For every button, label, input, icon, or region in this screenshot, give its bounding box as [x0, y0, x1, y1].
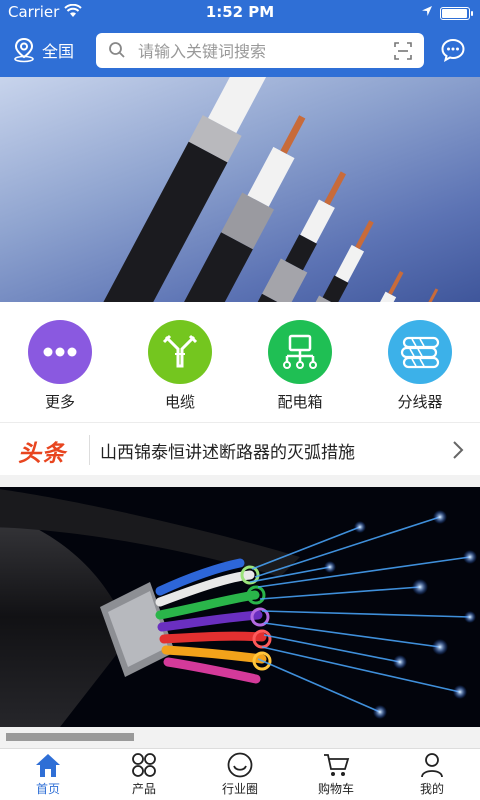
tab-label: 购物车: [317, 782, 354, 796]
search-input[interactable]: [138, 39, 378, 63]
category-label: 配电箱: [277, 393, 323, 411]
tab-industry-circle[interactable]: 行业圈: [192, 749, 288, 800]
banner-indicator: [6, 733, 134, 741]
category-bar: 更多 电缆 配电箱 分线器: [0, 302, 480, 422]
app-header: Carrier 1:52 PM 全国: [0, 0, 480, 77]
region-selector[interactable]: 全国: [12, 34, 74, 66]
grid-icon: [132, 753, 156, 777]
region-label: 全国: [42, 42, 75, 61]
smile-icon: [227, 752, 253, 778]
tab-home[interactable]: 首页: [0, 749, 96, 800]
bottom-tab-bar: 首页 产品 行业圈 购物车 我的: [0, 748, 480, 800]
battery-icon: [440, 7, 473, 20]
status-time: 1:52 PM: [205, 3, 275, 21]
category-distribution-box[interactable]: 配电箱: [240, 302, 360, 422]
banner-fiber-optic[interactable]: [0, 487, 480, 727]
category-label: 更多: [44, 393, 75, 411]
search-icon: [109, 42, 125, 58]
tab-label: 产品: [131, 782, 156, 796]
distribution-box-icon: [268, 320, 332, 384]
divider: [89, 435, 90, 465]
fiber-optic-image: [0, 489, 477, 727]
category-cable[interactable]: 电缆: [120, 302, 240, 422]
tab-products[interactable]: 产品: [96, 749, 192, 800]
tab-mine[interactable]: 我的: [384, 749, 480, 800]
scan-icon[interactable]: [394, 42, 412, 60]
tab-label: 行业圈: [221, 782, 258, 796]
user-icon: [421, 753, 443, 778]
tab-cart[interactable]: 购物车: [288, 749, 384, 800]
cart-icon: [324, 754, 350, 776]
chevron-right-icon[interactable]: [452, 440, 464, 460]
tab-label: 我的: [419, 782, 444, 796]
search-bar[interactable]: [96, 33, 424, 68]
cable-icon: [148, 320, 212, 384]
status-bar: Carrier 1:52 PM: [0, 0, 480, 24]
category-more[interactable]: 更多: [0, 302, 120, 422]
headline-tag: 头条: [18, 441, 66, 467]
banner-coax-cables[interactable]: [0, 77, 480, 302]
tab-label: 首页: [35, 782, 60, 796]
headline-text[interactable]: 山西锦泰恒讲述断路器的灭弧措施: [100, 438, 355, 463]
message-icon[interactable]: [440, 37, 466, 63]
home-icon: [36, 754, 60, 777]
location-arrow-icon: [422, 6, 432, 16]
splitter-icon: [388, 320, 452, 384]
coax-cables-image: [71, 77, 439, 302]
more-dots-icon: [28, 320, 92, 384]
battery-level: [442, 9, 467, 18]
headline-news-bar[interactable]: 头条 山西锦泰恒讲述断路器的灭弧措施: [0, 422, 480, 475]
location-pin-icon: [14, 37, 34, 63]
category-splitter[interactable]: 分线器: [360, 302, 480, 422]
category-label: 分线器: [397, 393, 443, 411]
category-label: 电缆: [164, 393, 195, 411]
